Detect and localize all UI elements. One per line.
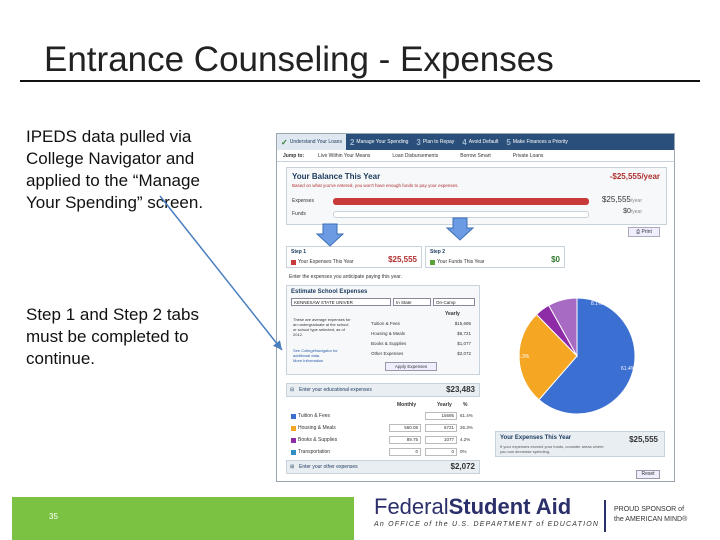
down-arrow-icon xyxy=(445,217,475,241)
sponsor-line-1: PROUD SPONSOR of xyxy=(614,506,685,513)
sponsor-line-2: the AMERICAN MIND® xyxy=(614,516,688,523)
annotation-arrows xyxy=(159,195,475,351)
down-arrow-icon xyxy=(315,223,345,247)
sponsor-text: PROUD SPONSOR of the AMERICAN MIND® xyxy=(614,505,687,525)
logo-bold: Student Aid xyxy=(448,494,572,519)
federal-student-aid-logo: FederalStudent Aid xyxy=(374,494,571,520)
logo-regular: Federal xyxy=(374,494,449,519)
arrow-line xyxy=(159,195,283,351)
logo-divider xyxy=(604,500,606,532)
page-number: 35 xyxy=(49,512,58,521)
logo-subtitle: An OFFICE of the U.S. DEPARTMENT of EDUC… xyxy=(374,521,600,528)
footer-green-band xyxy=(12,498,354,540)
